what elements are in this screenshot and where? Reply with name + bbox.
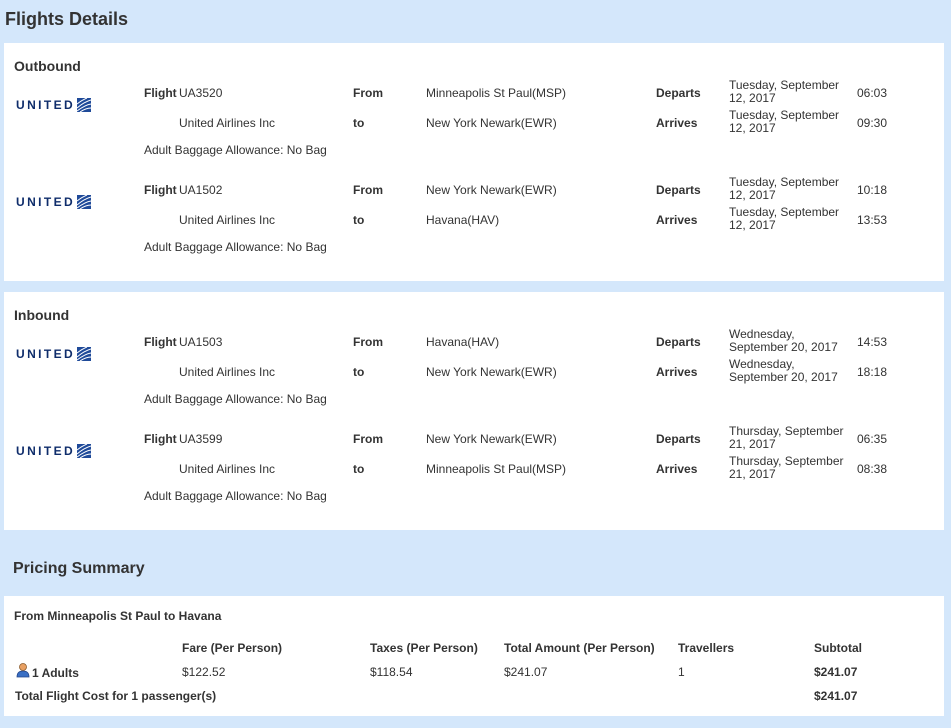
- origin: New York Newark(EWR): [426, 183, 557, 197]
- departs-label: Departs: [656, 183, 701, 197]
- baggage-allowance: Adult Baggage Allowance: No Bag: [144, 240, 327, 254]
- from-label: From: [353, 183, 383, 197]
- arrive-time: 13:53: [857, 213, 888, 227]
- flight-label: Flight: [144, 335, 177, 349]
- arrives-label: Arrives: [656, 116, 698, 130]
- depart-time: 06:35: [857, 432, 888, 446]
- flight-number: UA1502: [179, 183, 223, 197]
- arrive-date: Thursday, September 21, 2017: [729, 454, 844, 481]
- origin: Havana(HAV): [426, 335, 500, 349]
- departs-label: Departs: [656, 86, 701, 100]
- departs-label: Departs: [656, 432, 701, 446]
- arrive-date: Tuesday, September 12, 2017: [729, 205, 840, 232]
- united-globe-icon: [77, 444, 92, 458]
- destination: New York Newark(EWR): [426, 116, 557, 130]
- united-logo: UNITED: [16, 347, 92, 361]
- united-globe-icon: [77, 195, 92, 209]
- arrive-date: Wednesday, September 20, 2017: [729, 357, 838, 384]
- arrive-time: 08:38: [857, 462, 888, 476]
- header-taxes: Taxes (Per Person): [370, 641, 478, 655]
- united-globe-icon: [77, 98, 92, 112]
- subtotal-value: $241.07: [814, 665, 858, 679]
- arrives-label: Arrives: [656, 462, 698, 476]
- arrives-label: Arrives: [656, 213, 698, 227]
- header-subtotal: Subtotal: [814, 641, 862, 655]
- destination: New York Newark(EWR): [426, 365, 557, 379]
- flight-number: UA3599: [179, 432, 223, 446]
- destination: Minneapolis St Paul(MSP): [426, 462, 567, 476]
- airline-name: United Airlines Inc: [179, 116, 276, 130]
- united-logo: UNITED: [16, 444, 92, 458]
- inbound-title: Inbound: [14, 307, 70, 323]
- origin: New York Newark(EWR): [426, 432, 557, 446]
- depart-date: Thursday, September 21, 2017: [729, 424, 844, 451]
- destination: Havana(HAV): [426, 213, 500, 227]
- taxes-value: $118.54: [370, 665, 413, 679]
- baggage-allowance: Adult Baggage Allowance: No Bag: [144, 143, 327, 157]
- to-label: to: [353, 462, 365, 476]
- travellers-value: 1: [678, 665, 685, 679]
- from-label: From: [353, 432, 383, 446]
- header-travellers: Travellers: [678, 641, 735, 655]
- airline-name: United Airlines Inc: [179, 462, 276, 476]
- person-icon: [16, 663, 30, 678]
- airline-name: United Airlines Inc: [179, 365, 276, 379]
- depart-date: Tuesday, September 12, 2017: [729, 78, 840, 105]
- pricing-panel: From Minneapolis St Paul to Havana Fare …: [4, 596, 944, 716]
- united-globe-icon: [77, 347, 92, 361]
- flight-leg: UNITED Flight UA3520 United Airlines Inc…: [4, 77, 944, 167]
- depart-time: 10:18: [857, 183, 888, 197]
- to-label: to: [353, 365, 365, 379]
- from-label: From: [353, 86, 383, 100]
- pricing-title: Pricing Summary: [13, 560, 145, 577]
- flight-number: UA1503: [179, 335, 223, 349]
- arrives-label: Arrives: [656, 365, 698, 379]
- total-value: $241.07: [504, 665, 548, 679]
- flight-label: Flight: [144, 86, 177, 100]
- to-label: to: [353, 116, 365, 130]
- flight-label: Flight: [144, 183, 177, 197]
- arrive-time: 18:18: [857, 365, 888, 379]
- flight-leg: UNITED Flight UA1502 United Airlines Inc…: [4, 174, 944, 264]
- outbound-title: Outbound: [14, 58, 81, 74]
- arrive-time: 09:30: [857, 116, 888, 130]
- inbound-panel: Inbound UNITED Flight UA1503 United Airl…: [4, 292, 944, 530]
- passenger-count: 1 Adults: [16, 660, 79, 680]
- origin: Minneapolis St Paul(MSP): [426, 86, 567, 100]
- arrive-date: Tuesday, September 12, 2017: [729, 108, 840, 135]
- fare-value: $122.52: [182, 665, 226, 679]
- departs-label: Departs: [656, 335, 701, 349]
- flight-number: UA3520: [179, 86, 223, 100]
- to-label: to: [353, 213, 365, 227]
- united-logo: UNITED: [16, 98, 92, 112]
- airline-name: United Airlines Inc: [179, 213, 276, 227]
- pricing-route: From Minneapolis St Paul to Havana: [14, 609, 222, 623]
- header-fare: Fare (Per Person): [182, 641, 283, 655]
- depart-time: 14:53: [857, 335, 888, 349]
- grand-total-label: Total Flight Cost for 1 passenger(s): [15, 689, 217, 703]
- baggage-allowance: Adult Baggage Allowance: No Bag: [144, 489, 327, 503]
- from-label: From: [353, 335, 383, 349]
- depart-time: 06:03: [857, 86, 888, 100]
- united-logo: UNITED: [16, 195, 92, 209]
- depart-date: Wednesday, September 20, 2017: [729, 327, 838, 354]
- flight-leg: UNITED Flight UA3599 United Airlines Inc…: [4, 423, 944, 513]
- depart-date: Tuesday, September 12, 2017: [729, 175, 840, 202]
- flight-label: Flight: [144, 432, 177, 446]
- outbound-panel: Outbound UNITED Flight UA3520 United Air…: [4, 43, 944, 281]
- grand-total-value: $241.07: [814, 689, 858, 703]
- flight-leg: UNITED Flight UA1503 United Airlines Inc…: [4, 326, 944, 416]
- page-title: Flights Details: [5, 9, 129, 29]
- baggage-allowance: Adult Baggage Allowance: No Bag: [144, 392, 327, 406]
- header-total: Total Amount (Per Person): [504, 641, 655, 655]
